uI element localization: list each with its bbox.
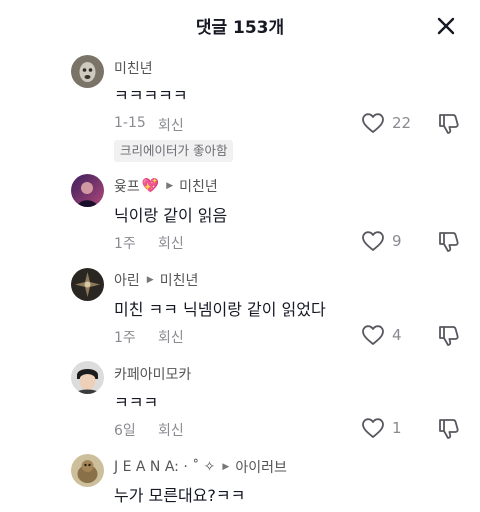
comment-author[interactable]: 아린 ▶ 미친년 <box>114 270 198 290</box>
comments-count-title: 댓글 153개 <box>195 18 285 38</box>
comment-author[interactable]: 미친년 <box>114 58 153 78</box>
comment-author[interactable]: J E A N A: · ˚ ✧ ▶ 아이러브 <box>114 457 287 477</box>
reply-button[interactable]: 회신 <box>158 327 184 347</box>
author-name: 미친년 <box>114 61 153 77</box>
author-name: J E A N A: · ˚ ✧ <box>114 459 216 475</box>
thumb-down-icon <box>439 232 459 252</box>
avatar[interactable] <box>71 55 104 88</box>
reply-to-name: 미친년 <box>159 273 199 289</box>
author-name: 카페아미모카 <box>114 367 192 383</box>
comment-time: 6일 <box>114 423 136 439</box>
thumb-down-icon <box>439 326 459 346</box>
comment-text: 누가 모른대요?ㅋㅋ <box>114 486 246 505</box>
comment-time: 1주 <box>114 236 136 252</box>
comments-header: 댓글 153개 <box>0 0 480 50</box>
like-button[interactable]: 4 <box>361 324 402 346</box>
comment-text: ㅋㅋㅋ <box>114 393 159 412</box>
comment-author[interactable]: 카페아미모카 <box>114 364 191 384</box>
heart-icon <box>362 418 384 438</box>
reply-arrow-icon: ▶ <box>146 275 154 285</box>
heart-icon <box>362 113 384 133</box>
comment-time: 1-15 <box>114 115 146 131</box>
avatar[interactable] <box>71 268 104 301</box>
reply-arrow-icon: ▶ <box>166 181 174 191</box>
author-name: 윶프 <box>114 179 140 195</box>
like-button[interactable]: 1 <box>361 417 402 439</box>
reply-arrow-icon: ▶ <box>222 462 230 472</box>
like-count: 9 <box>392 232 402 250</box>
author-name: 아린 <box>114 273 140 289</box>
dislike-button[interactable] <box>437 324 461 352</box>
avatar[interactable] <box>71 454 104 487</box>
heart-icon <box>362 325 384 345</box>
reply-button[interactable]: 회신 <box>158 115 184 135</box>
comment-text: 닉이랑 같이 읽음 <box>114 206 228 225</box>
comment-time: 1주 <box>114 330 136 346</box>
reply-to-name: 아이러브 <box>235 460 287 476</box>
dislike-button[interactable] <box>437 112 461 140</box>
reply-button[interactable]: 회신 <box>158 420 184 440</box>
comment-author[interactable]: 윶프 💖 ▶ 미친년 <box>114 176 218 196</box>
like-button[interactable]: 22 <box>361 112 411 134</box>
like-count: 22 <box>392 114 412 132</box>
reply-to-name: 미친년 <box>179 179 218 195</box>
dislike-button[interactable] <box>437 230 461 258</box>
like-count: 4 <box>392 326 402 344</box>
like-count: 1 <box>392 419 402 437</box>
like-button[interactable]: 9 <box>361 230 402 252</box>
sparkling-heart-emoji: 💖 <box>141 178 160 194</box>
close-icon <box>437 17 455 35</box>
creator-liked-badge: 크리에이터가 좋아함 <box>114 140 234 162</box>
heart-icon <box>362 231 384 251</box>
reply-button[interactable]: 회신 <box>158 233 184 253</box>
avatar[interactable] <box>71 361 104 394</box>
comment-text: 미친 ㅋㅋ 닉넴이랑 같이 읽었다 <box>114 300 326 319</box>
thumb-down-icon <box>439 419 459 439</box>
avatar[interactable] <box>71 174 104 207</box>
dislike-button[interactable] <box>437 417 461 445</box>
thumb-down-icon <box>439 114 459 134</box>
close-button[interactable] <box>432 12 460 40</box>
comment-text: ㅋㅋㅋㅋㅋ <box>114 86 188 105</box>
